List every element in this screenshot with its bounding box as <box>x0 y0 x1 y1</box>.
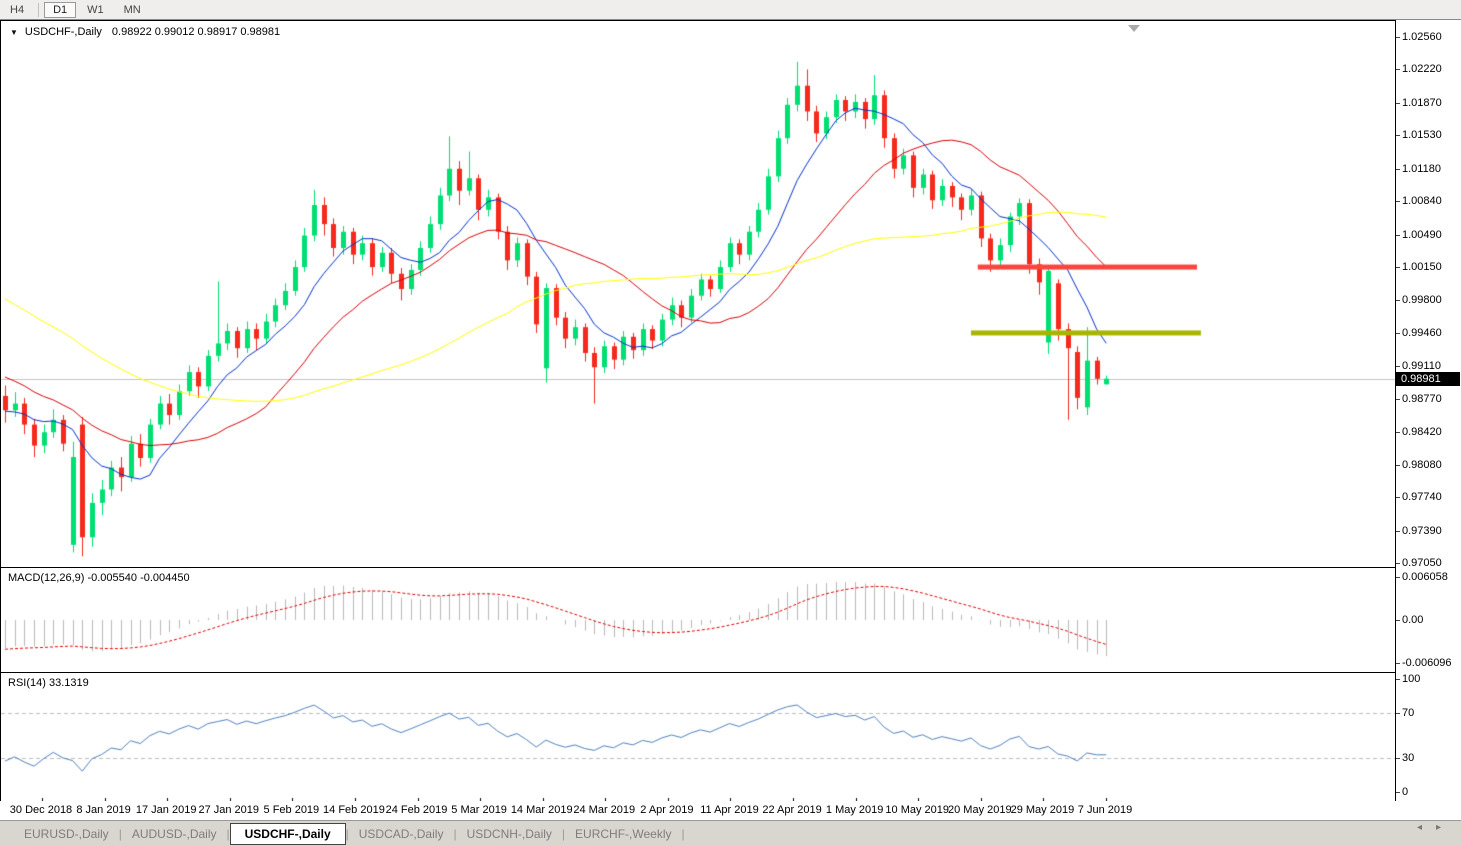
current-price-tag: 0.98981 <box>1396 372 1460 386</box>
tab-scroll-arrows[interactable]: ◂▸ <box>1417 822 1455 833</box>
price-axis-label: 0.97740 <box>1402 491 1442 504</box>
price-axis-label: 0.97050 <box>1402 557 1442 570</box>
chart-tab-audusd[interactable]: AUDUSD-,Daily <box>122 824 227 844</box>
symbol-dropdown-icon[interactable]: ▼ <box>10 28 18 37</box>
price-chart-canvas[interactable] <box>1 21 1395 567</box>
trading-terminal-window: H4 D1W1MN ▼ USDCHF-,Daily 0.98922 0.99012… <box>0 0 1461 846</box>
rsi-axis-label: 100 <box>1402 673 1420 686</box>
tab-separator: | <box>682 827 685 841</box>
timeframe-button-w1[interactable]: W1 <box>78 2 113 18</box>
chart-tab-usdcnh[interactable]: USDCNH-,Daily <box>457 824 562 844</box>
price-axis-label: 1.01870 <box>1402 97 1442 110</box>
date-axis-label: 7 Jun 2019 <box>1065 804 1145 816</box>
price-chart-panel <box>0 20 1396 568</box>
chart-shift-marker-icon[interactable] <box>1128 25 1140 32</box>
price-axis-label: 0.98420 <box>1402 426 1442 439</box>
timeframe-toolbar: H4 D1W1MN <box>0 0 1461 20</box>
rsi-axis-label: 0 <box>1402 786 1408 799</box>
rsi-label: RSI(14) 33.1319 <box>8 677 89 689</box>
price-axis-label: 1.02560 <box>1402 31 1442 44</box>
chart-tab-eurusd[interactable]: EURUSD-,Daily <box>14 824 119 844</box>
price-axis-label: 0.98770 <box>1402 393 1442 406</box>
rsi-axis-label: 70 <box>1402 707 1414 720</box>
price-axis-label: 1.01530 <box>1402 129 1442 142</box>
price-axis-label: 1.02220 <box>1402 63 1442 76</box>
macd-indicator-panel <box>0 567 1396 673</box>
price-axis-label: 1.00150 <box>1402 261 1442 274</box>
chart-tab-usdcad[interactable]: USDCAD-,Daily <box>349 824 454 844</box>
price-axis-label: 0.98080 <box>1402 459 1442 472</box>
price-axis-label: 0.99800 <box>1402 294 1442 307</box>
time-scale-axis[interactable]: 30 Dec 20188 Jan 201917 Jan 201927 Jan 2… <box>0 801 1396 820</box>
macd-axis-label: 0.006058 <box>1402 571 1448 584</box>
chart-tabbar: EURUSD-,Daily|AUDUSD-,Daily|USDCHF-,Dail… <box>0 820 1461 846</box>
timeframe-button-h4[interactable]: H4 <box>1 2 33 18</box>
price-axis-label: 0.97390 <box>1402 525 1442 538</box>
toolbar-separator <box>38 3 39 17</box>
price-axis-label: 0.99460 <box>1402 327 1442 340</box>
rsi-axis-label: 30 <box>1402 752 1414 765</box>
price-axis-label: 1.00840 <box>1402 195 1442 208</box>
price-axis-label: 1.00490 <box>1402 229 1442 242</box>
price-axis-label: 1.01180 <box>1402 163 1441 176</box>
chart-tab-eurchf[interactable]: EURCHF-,Weekly <box>565 824 681 844</box>
chart-title: ▼ USDCHF-,Daily 0.98922 0.99012 0.98917 … <box>10 26 280 38</box>
timeframe-button-mn[interactable]: MN <box>115 2 150 18</box>
macd-axis-label: 0.00 <box>1402 614 1423 627</box>
chart-tab-usdchf[interactable]: USDCHF-,Daily <box>230 823 346 845</box>
chart-quote-ohlc: 0.98922 0.99012 0.98917 0.98981 <box>112 26 280 38</box>
price-scale-axis[interactable]: 1.02560 1.02220 1.01870 1.01530 1.01180 1.008… <box>1396 20 1461 801</box>
rsi-canvas[interactable] <box>1 673 1395 801</box>
macd-canvas[interactable] <box>1 568 1395 672</box>
chart-symbol-label: USDCHF-,Daily <box>25 26 102 38</box>
rsi-indicator-panel <box>0 672 1396 802</box>
macd-label: MACD(12,26,9) -0.005540 -0.004450 <box>8 572 190 584</box>
timeframe-button-d1[interactable]: D1 <box>44 2 76 18</box>
macd-axis-label: -0.006096 <box>1402 657 1452 670</box>
